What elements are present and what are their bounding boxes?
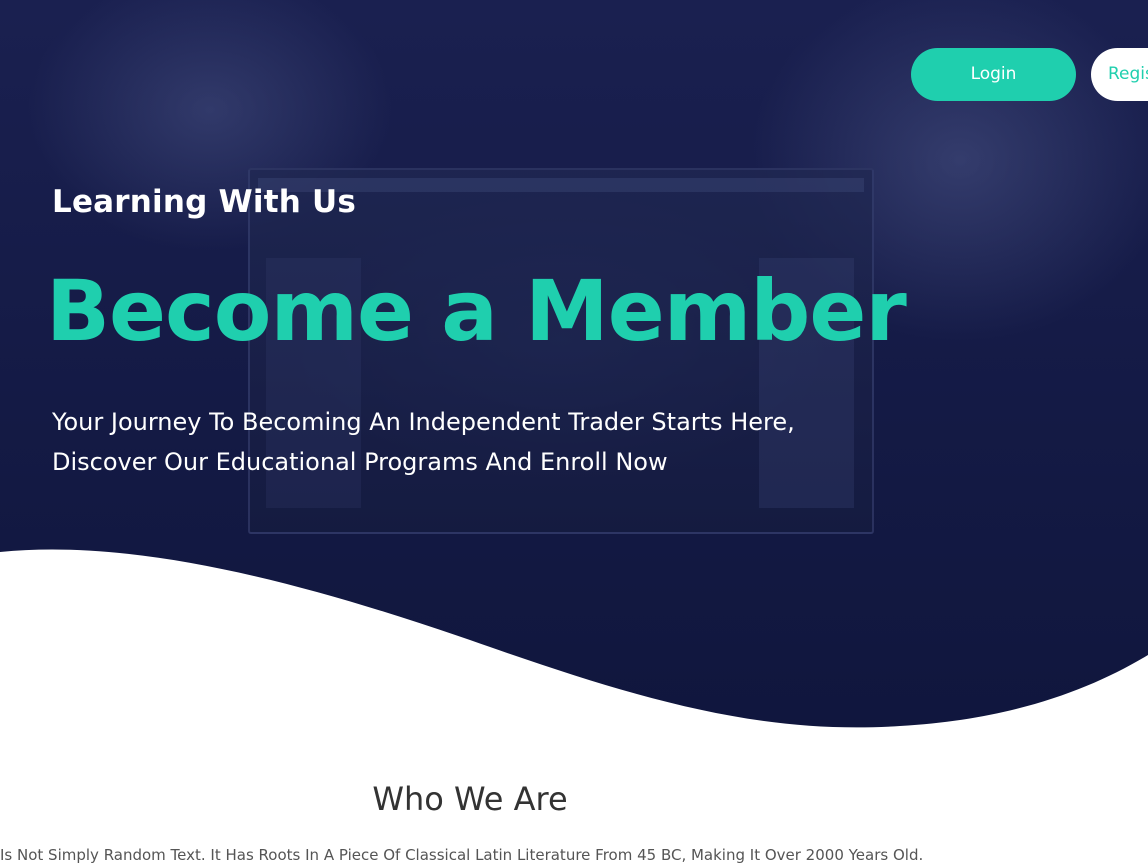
hero-subtitle: Your Journey To Becoming An Independent …: [52, 408, 795, 476]
hero-section: Login Register Learning With Us Become a…: [0, 0, 1148, 740]
login-button[interactable]: Login: [911, 48, 1076, 101]
hero-eyebrow: Learning With Us: [52, 184, 357, 220]
about-text: Is Not Simply Random Text. It Has Roots …: [0, 846, 924, 864]
register-button[interactable]: Register: [1091, 48, 1148, 101]
about-title: Who We Are: [372, 780, 568, 818]
hero-headline: Become a Member: [46, 262, 907, 360]
